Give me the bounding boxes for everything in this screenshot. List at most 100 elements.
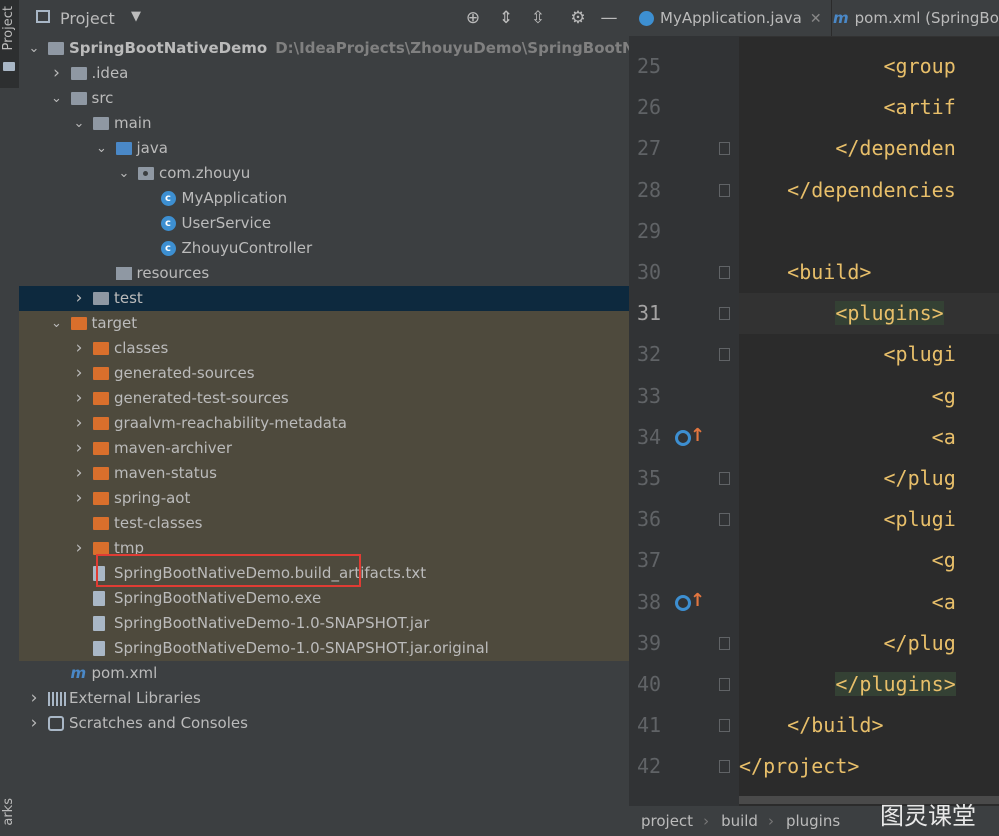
tree-item[interactable]: SpringBootNativeDemo-1.0-SNAPSHOT.jar	[19, 611, 629, 636]
code-area[interactable]: <group <artif </dependen </dependencies …	[739, 36, 999, 806]
folder-gray-icon	[93, 117, 109, 130]
bookmarks-tool-label[interactable]: arks	[1, 798, 16, 826]
tree-item[interactable]: c UserService	[19, 211, 629, 236]
tree-item[interactable]: › graalvm-reachability-metadata	[19, 411, 629, 436]
chevron-down-icon[interactable]: ⌄	[117, 161, 131, 186]
libraries-icon	[48, 692, 66, 706]
chevron-right-icon[interactable]: ›	[72, 436, 86, 461]
chevron-right-icon[interactable]: ›	[27, 711, 41, 736]
tree-item[interactable]: ⌄ SpringBootNativeDemo D:\IdeaProjects\Zho…	[19, 36, 700, 61]
chevron-right-icon[interactable]: ›	[72, 286, 86, 311]
tree-item-label: .idea	[91, 64, 129, 82]
fold-icon[interactable]	[719, 760, 730, 774]
chevron-right-icon[interactable]: ›	[72, 486, 86, 511]
chevron-right-icon[interactable]: ›	[27, 686, 41, 711]
tree-item[interactable]: SpringBootNativeDemo-1.0-SNAPSHOT.jar.or…	[19, 636, 629, 661]
chevron-right-icon: ›	[703, 812, 710, 830]
fold-icon[interactable]	[719, 719, 730, 733]
fold-icon[interactable]	[719, 307, 730, 321]
fold-icon[interactable]	[719, 472, 730, 485]
tab-myapplication[interactable]: MyApplication.java ✕	[639, 0, 831, 36]
project-view-title[interactable]: Project	[60, 9, 115, 28]
tree-item-label: SpringBootNativeDemo-1.0-SNAPSHOT.jar.or…	[114, 639, 489, 657]
tree-item[interactable]: › Scratches and Consoles	[19, 711, 629, 736]
close-icon[interactable]: ✕	[810, 11, 822, 27]
tree-item[interactable]: › generated-test-sources	[19, 386, 629, 411]
tree-item[interactable]: resources	[19, 261, 629, 286]
collapse-all-icon[interactable]: ⇳	[526, 6, 550, 30]
fold-icon[interactable]	[719, 513, 730, 527]
tree-item[interactable]: ⌄ target	[19, 311, 629, 336]
tab-pom-xml[interactable]: m pom.xml (SpringBo	[833, 0, 999, 36]
tree-item-label: resources	[136, 264, 210, 282]
watermark: 图灵课堂	[880, 802, 976, 830]
chevron-down-icon[interactable]: ⌄	[50, 86, 64, 111]
code-line: </project>	[739, 754, 860, 779]
code-line: <group	[739, 54, 956, 78]
tree-item[interactable]: ⌄ java	[19, 136, 629, 161]
fold-icon[interactable]	[719, 266, 730, 279]
chevron-down-icon[interactable]: ▼	[131, 9, 141, 24]
code-line: <build>	[739, 260, 872, 284]
folder-orange-icon	[93, 542, 109, 555]
tree-item[interactable]: m pom.xml	[19, 661, 629, 686]
chevron-right-icon[interactable]: ›	[72, 461, 86, 486]
tree-item[interactable]: › maven-archiver	[19, 436, 629, 461]
breadcrumb-item[interactable]: plugins	[786, 812, 840, 830]
overrides-marker-icon[interactable]: ↑	[675, 590, 705, 614]
line-number: 33	[637, 383, 662, 408]
chevron-right-icon[interactable]: ›	[72, 336, 86, 361]
tree-item-label: classes	[114, 339, 169, 357]
expand-all-icon[interactable]: ⇕	[494, 6, 518, 30]
tree-item[interactable]: test-classes	[19, 511, 629, 536]
fold-icon[interactable]	[719, 678, 730, 691]
line-number: 36	[637, 507, 662, 532]
line-number: 25	[637, 54, 662, 78]
chevron-down-icon[interactable]: ⌄	[95, 136, 109, 161]
chevron-down-icon[interactable]: ⌄	[72, 111, 86, 136]
tree-item[interactable]: › generated-sources	[19, 361, 629, 386]
fold-icon[interactable]	[719, 142, 730, 156]
project-tool-button[interactable]: Project	[0, 0, 19, 88]
line-number: 42	[637, 754, 662, 779]
tree-item[interactable]: › .idea	[19, 61, 629, 86]
chevron-right-icon[interactable]: ›	[72, 361, 86, 386]
tree-item[interactable]: › External Libraries	[19, 686, 629, 711]
gear-icon[interactable]: ⚙	[566, 6, 590, 30]
tree-item[interactable]: ⌄ src	[19, 86, 629, 111]
code-line: <plugins>	[739, 293, 999, 335]
tree-item[interactable]: SpringBootNativeDemo.build_artifacts.txt	[19, 561, 629, 586]
chevron-right-icon[interactable]: ›	[72, 386, 86, 411]
chevron-right-icon[interactable]: ›	[72, 536, 86, 561]
folder-blue-icon	[115, 142, 132, 155]
line-number: 40	[637, 672, 662, 696]
code-line: <plugi	[739, 342, 956, 367]
breadcrumb-item[interactable]: build	[721, 812, 758, 830]
tree-item[interactable]: › spring-aot	[19, 486, 629, 511]
line-number: 38	[637, 589, 662, 614]
fold-icon[interactable]	[719, 348, 730, 362]
overrides-marker-icon[interactable]: ↑	[675, 425, 705, 449]
minimize-icon[interactable]: —	[597, 6, 621, 30]
tree-item[interactable]: › tmp	[19, 536, 629, 561]
tree-item[interactable]: ⌄ com.zhouyu	[19, 161, 629, 186]
tree-item[interactable]: c ZhouyuController	[19, 236, 629, 261]
tree-item[interactable]: › maven-status	[19, 461, 629, 486]
fold-icon[interactable]	[719, 183, 730, 197]
tree-item[interactable]: SpringBootNativeDemo.exe	[19, 586, 629, 611]
chevron-right-icon[interactable]: ›	[50, 61, 64, 86]
chevron-right-icon[interactable]: ›	[72, 411, 86, 436]
tree-item[interactable]: ⌄ main	[19, 111, 629, 136]
tree-item[interactable]: › test	[19, 286, 629, 311]
chevron-down-icon[interactable]: ⌄	[27, 36, 41, 61]
breadcrumb-item[interactable]: project	[641, 812, 693, 830]
tree-item[interactable]: › classes	[19, 336, 629, 361]
code-line: </plugins>	[739, 664, 999, 705]
code-line: </plug	[739, 466, 956, 490]
chevron-down-icon[interactable]: ⌄	[50, 311, 64, 336]
code-line: <artif	[739, 95, 956, 120]
locate-icon[interactable]: ⊕	[461, 6, 485, 30]
tree-item[interactable]: c MyApplication	[19, 186, 629, 211]
fold-icon[interactable]	[719, 636, 730, 650]
editor-area: MyApplication.java ✕ m pom.xml (SpringBo 2…	[629, 0, 999, 836]
